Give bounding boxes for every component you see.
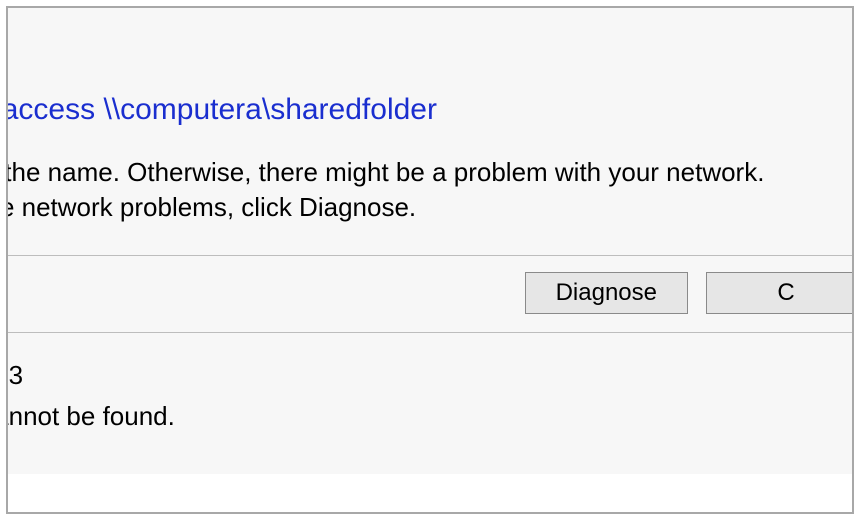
button-row: details Diagnose C <box>6 256 854 332</box>
dialog-title: rk Error <box>6 8 854 59</box>
error-details: 0x80070043 rk name cannot be found. <box>6 333 854 474</box>
network-error-dialog: rk Error s cannot access \\computera\sha… <box>6 8 854 474</box>
diagnose-button[interactable]: Diagnose <box>525 272 688 314</box>
error-explanation-line-1: spelling of the name. Otherwise, there m… <box>6 155 854 190</box>
error-code: 0x80070043 <box>6 357 854 393</box>
error-message: rk name cannot be found. <box>6 398 854 434</box>
cancel-button[interactable]: C <box>706 272 854 314</box>
screenshot-frame: rk Error s cannot access \\computera\sha… <box>6 6 854 514</box>
error-explanation-line-2: and resolve network problems, click Diag… <box>6 190 854 225</box>
error-heading: s cannot access \\computera\sharedfolder <box>6 59 854 135</box>
error-explanation: spelling of the name. Otherwise, there m… <box>6 135 854 255</box>
